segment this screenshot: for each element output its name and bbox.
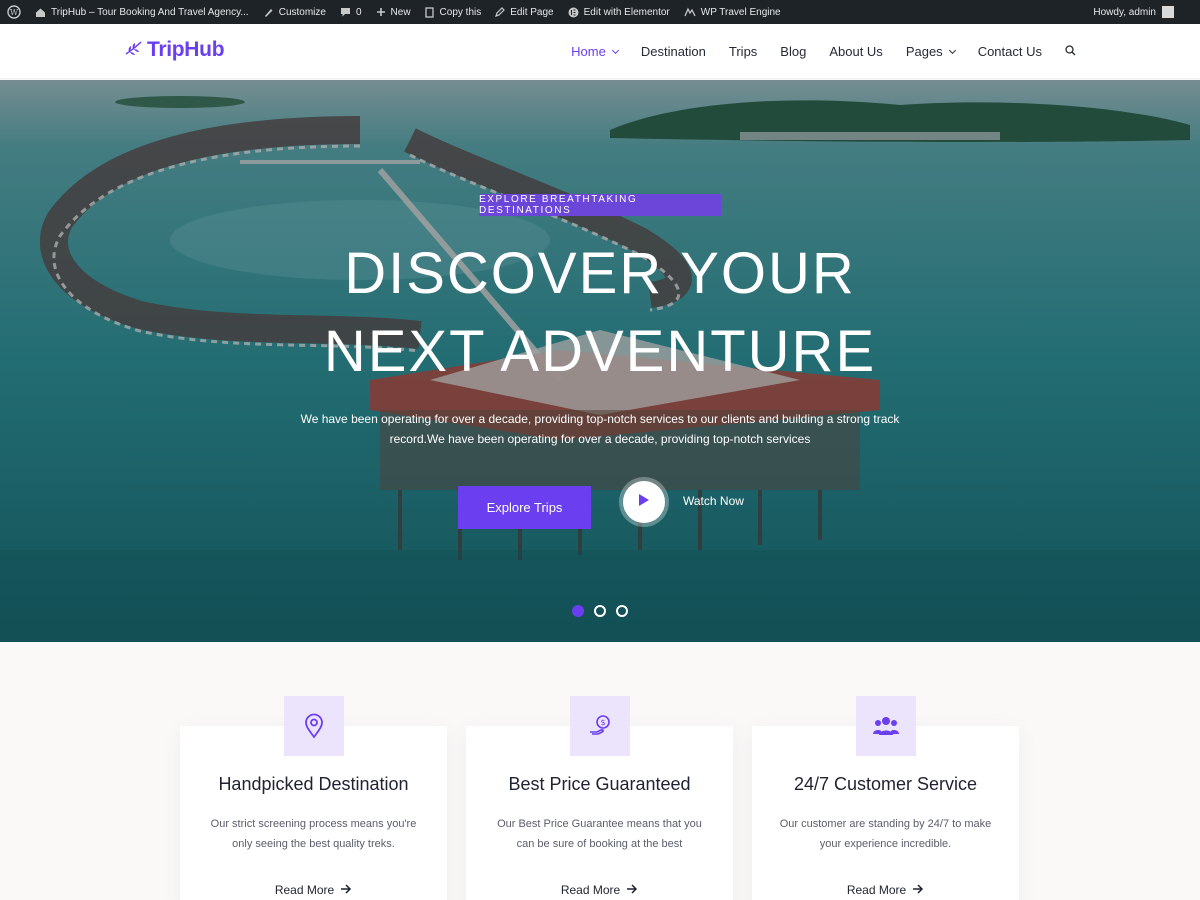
search-button[interactable] — [1065, 44, 1076, 59]
read-more-link[interactable]: Read More — [180, 883, 447, 897]
watch-now-label[interactable]: Watch Now — [683, 494, 744, 508]
nav-destination[interactable]: Destination — [641, 44, 706, 59]
nav-contact-us[interactable]: Contact Us — [978, 44, 1042, 59]
admin-bar-site-link[interactable]: TripHub – Tour Booking And Travel Agency… — [28, 0, 256, 24]
nav-contact-us-label: Contact Us — [977, 44, 1042, 59]
logo-text: TripHub — [147, 38, 225, 61]
read-more-label: Read More — [846, 883, 907, 897]
svg-text:W: W — [10, 8, 19, 17]
search-icon — [1065, 44, 1076, 59]
hero-description: We have been operating for over a decade… — [300, 412, 900, 446]
hero-eyebrow-badge: EXPLORE BREATHTAKING DESTINATIONS — [479, 194, 721, 216]
arrow-right-icon — [340, 883, 352, 897]
nav-blog-label: Blog — [780, 44, 807, 59]
nav-pages[interactable]: Pages — [905, 44, 956, 59]
new-content-link[interactable]: New — [369, 0, 418, 24]
slider-dot-1[interactable] — [572, 605, 584, 617]
chevron-down-icon — [611, 46, 619, 54]
site-header: TripHub Home Destination Trips Blog Abou… — [0, 24, 1200, 79]
nav-blog[interactable]: Blog — [780, 44, 806, 59]
read-more-label: Read More — [560, 883, 621, 897]
feature-card-text: Our customer are standing by 24/7 to mak… — [779, 818, 992, 850]
comments-link[interactable]: 0 — [333, 0, 369, 24]
hero-slider: EXPLORE BREATHTAKING DESTINATIONS DISCOV… — [0, 80, 1200, 642]
plus-icon — [376, 7, 386, 17]
chevron-down-icon — [948, 46, 956, 54]
arrow-right-icon — [626, 883, 638, 897]
nav-pages-label: Pages — [905, 44, 943, 59]
explore-trips-button[interactable]: Explore Trips — [458, 486, 591, 529]
travel-engine-icon — [684, 6, 696, 18]
nav-about-us-label: About Us — [829, 44, 883, 59]
copy-icon — [424, 6, 435, 18]
users-icon — [856, 696, 916, 756]
main-nav: Home Destination Trips Blog About Us Pag… — [571, 24, 1076, 79]
map-pin-icon — [284, 696, 344, 756]
copy-link[interactable]: Copy this — [418, 0, 489, 24]
hero-title-line-2: NEXT ADVENTURE — [323, 319, 877, 384]
home-icon — [35, 7, 46, 18]
slider-pagination — [572, 605, 628, 617]
admin-bar: W TripHub – Tour Booking And Travel Agen… — [0, 0, 1200, 24]
feature-card-text: Our Best Price Guarantee means that you … — [497, 818, 702, 850]
site-logo[interactable]: TripHub — [124, 38, 225, 62]
comment-icon — [340, 7, 351, 18]
feature-card-title: Best Price Guaranteed — [508, 774, 691, 794]
nav-home-label: Home — [571, 44, 606, 59]
nav-destination-label: Destination — [640, 44, 706, 59]
wordpress-logo-icon[interactable]: W — [0, 0, 28, 24]
admin-account-menu[interactable]: Howdy, admin — [1093, 0, 1200, 24]
slider-dot-2[interactable] — [594, 605, 606, 617]
edit-page-label: Edit Page — [510, 6, 554, 18]
edit-page-link[interactable]: Edit Page — [488, 0, 560, 24]
leaf-logo-icon — [124, 39, 144, 62]
feature-card-title: Handpicked Destination — [218, 774, 409, 794]
hero-title: DISCOVER YOUR NEXT ADVENTURE — [0, 235, 1200, 391]
elementor-icon — [568, 7, 579, 18]
customize-link[interactable]: Customize — [256, 0, 333, 24]
hero-title-line-1: DISCOVER YOUR — [344, 241, 856, 306]
avatar — [1162, 6, 1174, 18]
site-title: TripHub – Tour Booking And Travel Agency… — [51, 6, 249, 18]
feature-card-text: Our strict screening process means you'r… — [210, 818, 417, 850]
elementor-label: Edit with Elementor — [583, 6, 670, 18]
read-more-link[interactable]: Read More — [466, 883, 733, 897]
elementor-link[interactable]: Edit with Elementor — [561, 0, 677, 24]
nav-trips-label: Trips — [728, 44, 758, 59]
price-tag-icon: $ — [570, 696, 630, 756]
slider-dot-3[interactable] — [616, 605, 628, 617]
nav-home[interactable]: Home — [571, 44, 619, 59]
pencil-icon — [495, 7, 506, 17]
wp-travel-engine-label: WP Travel Engine — [700, 6, 781, 18]
brush-icon — [263, 7, 274, 18]
wp-travel-engine-link[interactable]: WP Travel Engine — [677, 0, 788, 24]
nav-about-us[interactable]: About Us — [829, 44, 882, 59]
read-more-label: Read More — [274, 883, 335, 897]
nav-trips[interactable]: Trips — [729, 44, 757, 59]
read-more-link[interactable]: Read More — [752, 883, 1019, 897]
play-icon — [638, 493, 650, 512]
svg-text:$: $ — [600, 718, 605, 727]
new-label: New — [390, 6, 411, 18]
comments-count: 0 — [355, 6, 362, 18]
customize-label: Customize — [278, 6, 326, 18]
feature-card-title: 24/7 Customer Service — [793, 774, 978, 794]
copy-label: Copy this — [439, 6, 482, 18]
howdy-label: Howdy, admin — [1093, 6, 1156, 18]
watch-now-play-button[interactable] — [623, 481, 665, 523]
arrow-right-icon — [912, 883, 924, 897]
